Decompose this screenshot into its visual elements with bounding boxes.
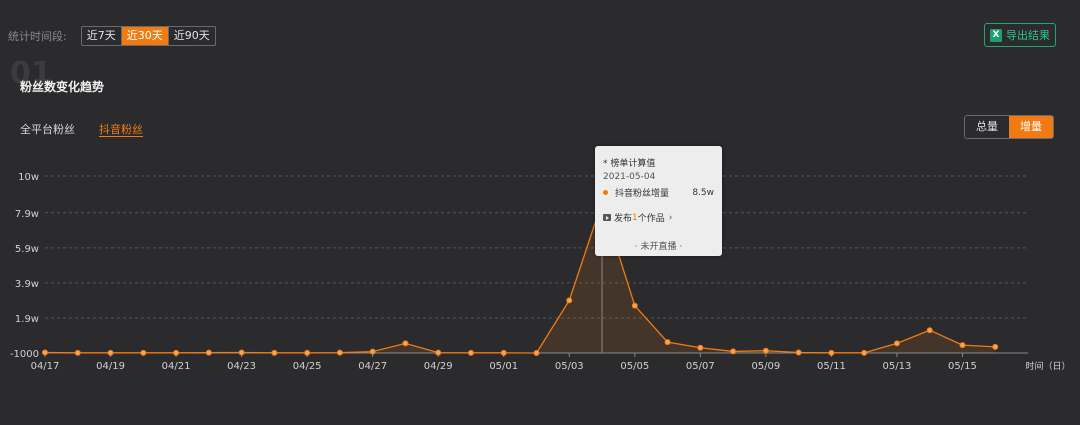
tooltip-value: 8.5w — [692, 187, 714, 198]
x-tick-label: 05/09 — [751, 361, 780, 372]
data-point — [959, 342, 966, 349]
data-point — [74, 349, 81, 356]
chevron-right-icon: › — [668, 212, 673, 223]
data-point — [369, 348, 376, 355]
data-point — [828, 349, 835, 356]
data-point — [205, 349, 212, 356]
x-tick-label: 04/19 — [96, 361, 125, 372]
x-tick-label: 04/29 — [424, 361, 453, 372]
data-point — [271, 349, 278, 356]
video-icon — [603, 214, 611, 221]
tooltip-series-row: 抖音粉丝增量 8.5w — [603, 186, 714, 199]
data-point — [861, 349, 868, 356]
chart-tooltip: * 榜单计算值 2021-05-04 抖音粉丝增量 8.5w 发布 1 个作品 … — [595, 146, 722, 256]
y-tick-label: 1.9w — [15, 314, 39, 325]
tooltip-date: 2021-05-04 — [603, 172, 656, 182]
series-area — [45, 202, 996, 353]
series-line — [44, 200, 996, 354]
data-point — [926, 327, 933, 334]
data-point — [893, 340, 900, 347]
data-point — [795, 349, 802, 356]
works-suffix: 个作品 — [637, 214, 665, 224]
x-tick-label: 05/01 — [489, 361, 518, 372]
tooltip-works-link[interactable]: 发布 1 个作品 › — [603, 211, 672, 224]
data-point — [566, 297, 573, 304]
x-tick-label: 04/17 — [31, 361, 60, 372]
tooltip-series-name: 抖音粉丝增量 — [615, 189, 670, 199]
data-point — [107, 349, 114, 356]
data-point — [42, 349, 48, 356]
data-point — [336, 349, 343, 356]
data-point — [631, 302, 638, 309]
x-tick-label: 05/11 — [817, 361, 846, 372]
x-tick-label: 05/15 — [948, 361, 977, 372]
series-dot-icon — [603, 190, 608, 195]
y-tick-label: 3.9w — [15, 279, 39, 290]
data-point — [304, 349, 311, 356]
data-point — [402, 340, 409, 347]
data-point — [467, 349, 474, 356]
data-point — [435, 349, 442, 356]
x-axis-label: 时间（日） — [1025, 360, 1070, 372]
x-tick-label: 05/07 — [686, 361, 715, 372]
data-point — [762, 347, 769, 354]
tooltip-live-status: · 未开直播 · — [634, 242, 683, 252]
x-tick-label: 05/03 — [555, 361, 584, 372]
x-tick-label: 04/27 — [358, 361, 387, 372]
x-tick-label: 05/13 — [883, 361, 912, 372]
x-tick-label: 05/05 — [620, 361, 649, 372]
x-tick-label: 04/25 — [293, 361, 322, 372]
data-point — [664, 339, 671, 346]
data-point — [238, 349, 245, 356]
y-tick-label: 5.9w — [15, 244, 39, 255]
fans-trend-chart: -1000 1.9w 3.9w 5.9w 7.9w 10w 04/17 04/19 04/21 0… — [10, 156, 1071, 372]
y-tick-label: 10w — [18, 172, 39, 183]
tooltip-title: * 榜单计算值 — [603, 159, 656, 169]
data-point — [533, 350, 540, 356]
y-tick-label: 7.9w — [15, 209, 39, 220]
data-point — [697, 344, 704, 351]
x-tick-label: 04/21 — [162, 361, 191, 372]
works-prefix: 发布 — [614, 214, 633, 224]
data-point — [173, 349, 180, 356]
data-point — [500, 349, 507, 356]
y-tick-label: -1000 — [10, 349, 39, 360]
data-point — [992, 343, 999, 350]
data-point — [730, 348, 737, 355]
x-tick-label: 04/23 — [227, 361, 256, 372]
data-point — [140, 349, 147, 356]
